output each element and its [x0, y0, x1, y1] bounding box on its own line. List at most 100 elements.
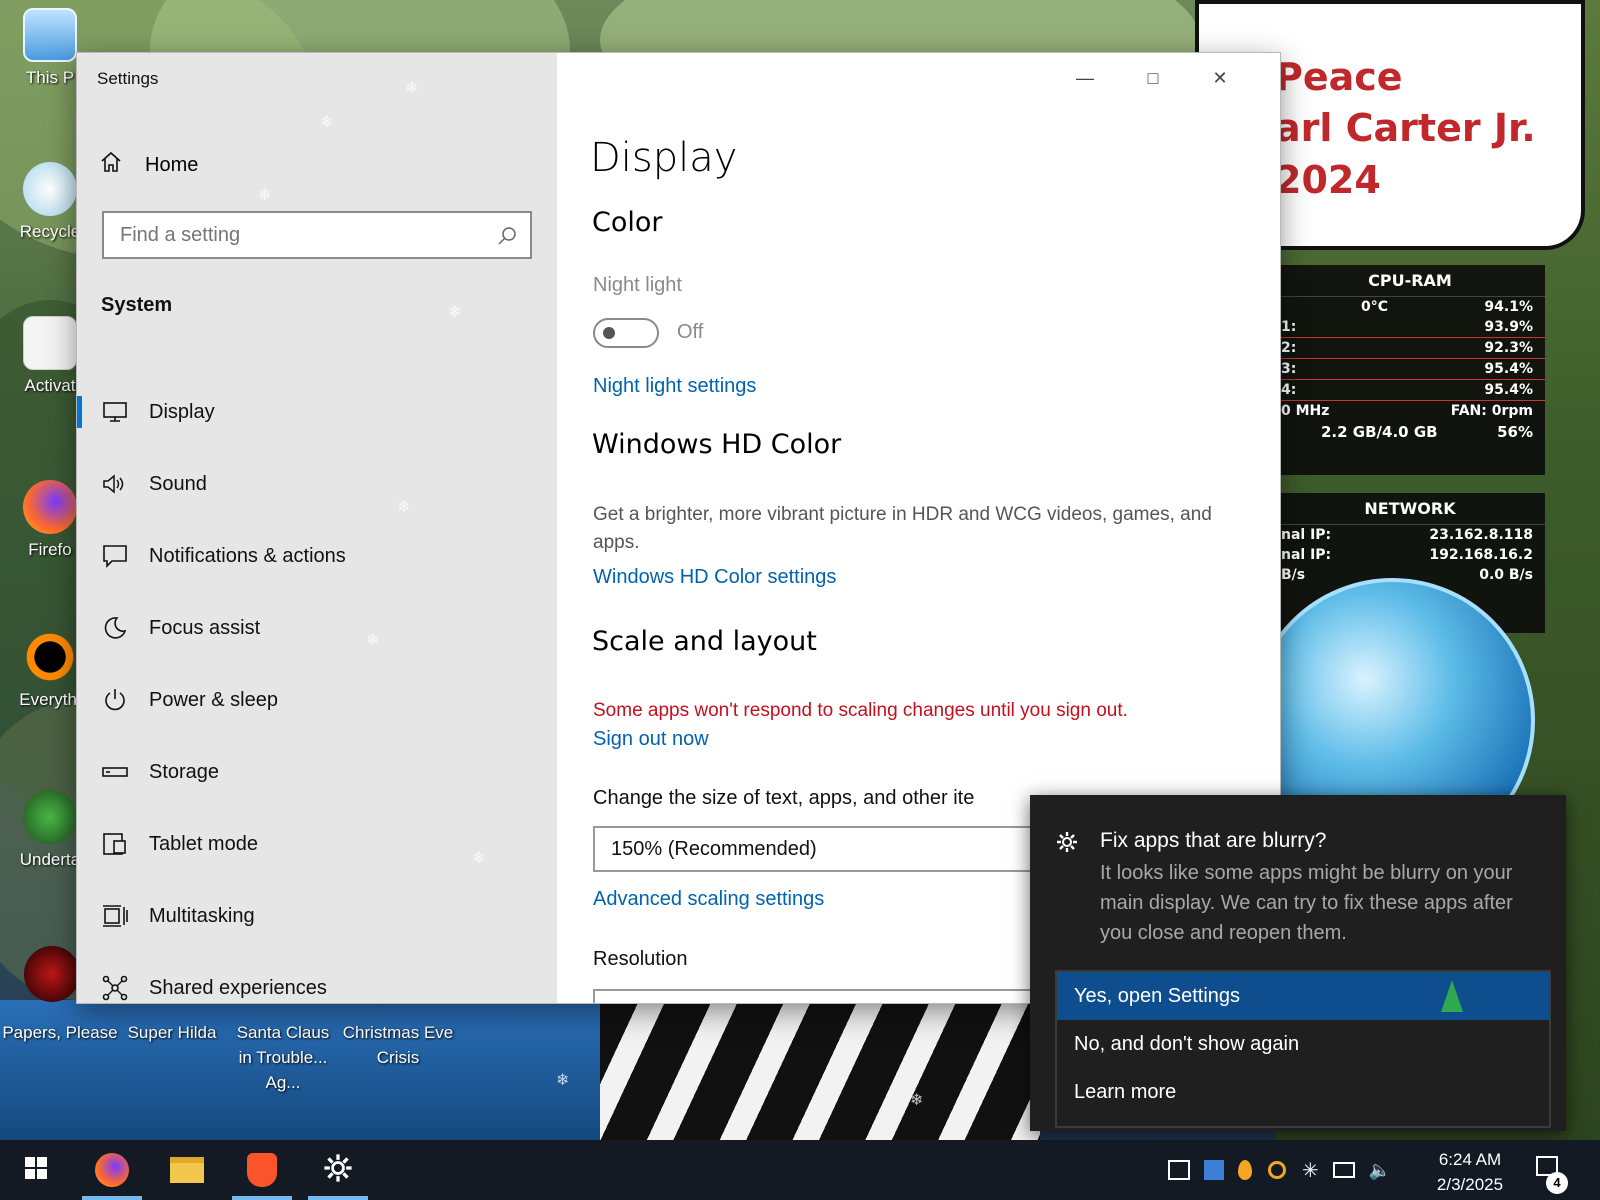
notification-title: Fix apps that are blurry? — [1100, 829, 1327, 852]
yes-open-settings-option[interactable]: Yes, open Settings — [1057, 972, 1549, 1020]
firefox-icon — [23, 480, 77, 534]
monitor-icon — [101, 398, 129, 426]
sidebar-item-focus-assist[interactable]: Focus assist — [77, 600, 557, 656]
no-dont-show-again-option[interactable]: No, and don't show again — [1057, 1020, 1549, 1068]
start-button[interactable] — [2, 1140, 70, 1200]
sidebar-item-power-sleep[interactable]: Power & sleep — [77, 672, 557, 728]
hd-color-settings-link[interactable]: Windows HD Color settings — [593, 566, 836, 589]
notification-body: It looks like some apps might be blurry … — [1100, 862, 1513, 944]
night-light-label: Night light — [593, 274, 682, 296]
sidebar-item-multitasking[interactable]: Multitasking — [77, 888, 557, 944]
night-light-settings-link[interactable]: Night light settings — [593, 375, 756, 398]
tray-app-icon[interactable] — [1168, 1160, 1190, 1180]
notification-icon — [101, 542, 129, 570]
sidebar-item-label: Focus assist — [149, 616, 261, 639]
network-icon[interactable] — [1332, 1162, 1355, 1178]
scale-dropdown[interactable]: 150% (Recommended) — [593, 826, 1033, 872]
clock-date: 2/3/2025 — [1436, 1175, 1504, 1194]
banner-line: Peace — [1275, 55, 1403, 99]
speaker-icon — [101, 470, 129, 498]
close-icon: ✕ — [1212, 67, 1228, 88]
home-label: Home — [145, 153, 199, 176]
recycle-bin-icon — [23, 162, 77, 216]
search-input[interactable] — [120, 223, 490, 247]
taskbar-settings[interactable] — [304, 1140, 372, 1200]
taskbar-firefox[interactable] — [78, 1140, 146, 1200]
window-title: Settings — [97, 69, 159, 88]
cpu-total: 94.1% — [1484, 299, 1533, 315]
volume-muted-icon[interactable]: 🔈 — [1369, 1160, 1391, 1181]
cpu-temp: 0°C — [1361, 299, 1389, 315]
resolution-dropdown[interactable] — [593, 989, 1033, 1003]
sidebar-item-notifications[interactable]: Notifications & actions — [77, 528, 557, 584]
sidebar-item-label: Notifications & actions — [149, 544, 346, 567]
gear-icon — [1056, 831, 1078, 858]
core-value: 95.4% — [1484, 382, 1533, 398]
notification-options: Yes, open Settings No, and don't show ag… — [1055, 970, 1551, 1128]
power-icon — [101, 686, 129, 714]
taskbar-file-explorer[interactable] — [153, 1140, 221, 1200]
external-ip: 23.162.8.118 — [1429, 527, 1533, 543]
tray-drop-icon[interactable] — [1238, 1160, 1252, 1180]
scale-value: 150% (Recommended) — [611, 837, 817, 860]
size-label: Change the size of text, apps, and other… — [593, 787, 975, 809]
scale-layout-heading: Scale and layout — [592, 626, 817, 657]
desktop-icon-santa-claus[interactable]: Santa Claus in Trouble... Ag... — [228, 1020, 338, 1095]
system-tray: ✳ 🔈 — [1168, 1140, 1391, 1200]
maximize-button[interactable]: □ — [1130, 63, 1176, 93]
ram-usage: 2.2 GB/4.0 GB — [1321, 423, 1438, 441]
internal-ip: 192.168.16.2 — [1429, 547, 1533, 563]
moon-icon — [101, 614, 129, 642]
undertale-icon — [23, 790, 77, 844]
sidebar-item-label: Multitasking — [149, 904, 255, 927]
close-button[interactable]: ✕ — [1197, 63, 1243, 93]
computer-icon — [23, 8, 77, 62]
taskbar-brave[interactable] — [228, 1140, 296, 1200]
tray-search-icon[interactable] — [1268, 1161, 1286, 1179]
search-icon[interactable] — [496, 225, 518, 253]
gear-icon — [323, 1153, 353, 1188]
sidebar-item-display[interactable]: Display — [77, 384, 557, 440]
settings-sidebar: Settings Home System Display Sound Notif… — [77, 53, 557, 1003]
sidebar-item-label: Sound — [149, 472, 207, 495]
taskbar-clock[interactable]: 6:24 AM 2/3/2025 — [1400, 1147, 1540, 1197]
home-nav-item[interactable]: Home — [99, 150, 198, 180]
banner-line: arl Carter Jr. — [1275, 106, 1536, 150]
tray-gift-icon[interactable] — [1204, 1160, 1224, 1180]
sidebar-item-sound[interactable]: Sound — [77, 456, 557, 512]
advanced-scaling-link[interactable]: Advanced scaling settings — [593, 888, 824, 911]
sidebar-item-label: Power & sleep — [149, 688, 278, 711]
sidebar-item-shared-experiences[interactable]: Shared experiences — [77, 960, 557, 1003]
network-speed: 0.0 B/s — [1479, 567, 1533, 583]
folder-icon — [170, 1157, 204, 1183]
sidebar-item-label: Shared experiences — [149, 976, 327, 999]
night-light-toggle[interactable] — [593, 318, 659, 348]
home-icon — [99, 150, 145, 180]
sidebar-item-label: Storage — [149, 760, 220, 783]
notification-count-badge: 4 — [1546, 1172, 1568, 1194]
learn-more-option[interactable]: Learn more — [1057, 1068, 1549, 1116]
storage-icon — [101, 758, 129, 786]
shared-experiences-icon — [101, 974, 129, 1002]
minimize-icon: — — [1076, 67, 1094, 88]
sign-out-now-link[interactable]: Sign out now — [593, 728, 709, 751]
activate-icon — [23, 316, 77, 370]
blurry-apps-notification: Fix apps that are blurry? It looks like … — [1030, 795, 1566, 1131]
desktop-icon-papers-please[interactable]: Papers, Please — [0, 1020, 120, 1045]
windows-logo-icon — [24, 1156, 48, 1185]
minimize-button[interactable]: — — [1062, 63, 1108, 93]
desktop-icon-super-hilda[interactable]: Super Hilda — [122, 1020, 222, 1045]
sidebar-item-tablet-mode[interactable]: Tablet mode — [77, 816, 557, 872]
hd-color-heading: Windows HD Color — [592, 429, 842, 460]
tray-sparkle-icon[interactable]: ✳ — [1302, 1158, 1319, 1183]
papers-please-icon[interactable] — [24, 946, 80, 1002]
search-magnifier-icon — [23, 630, 77, 684]
core-value: 92.3% — [1484, 340, 1533, 356]
scaling-warning: Some apps won't respond to scaling chang… — [593, 700, 1128, 721]
gadget-title: CPU-RAM — [1275, 265, 1545, 297]
desktop-icon-christmas-eve-crisis[interactable]: Christmas Eve Crisis — [340, 1020, 456, 1070]
sidebar-item-storage[interactable]: Storage — [77, 744, 557, 800]
core-value: 93.9% — [1484, 319, 1533, 335]
find-setting-search[interactable] — [102, 211, 532, 259]
gadget-title: NETWORK — [1275, 493, 1545, 525]
